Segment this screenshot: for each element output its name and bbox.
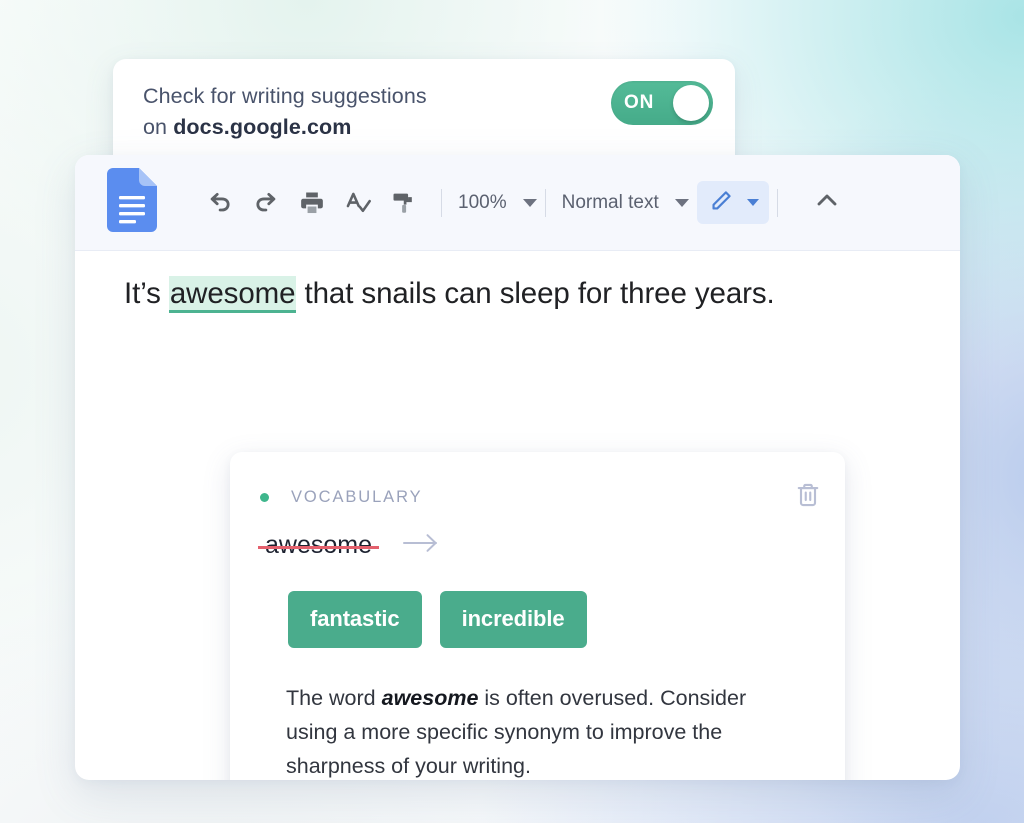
extension-popup-line2-prefix: on xyxy=(143,115,174,139)
suggestion-explanation: The word awesome is often overused. Cons… xyxy=(286,681,786,780)
replacement-chip-0[interactable]: fantastic xyxy=(288,591,422,648)
document-body[interactable]: It’s awesome that snails can sleep for t… xyxy=(75,251,960,780)
editor-toolbar: 100% Normal text xyxy=(75,155,960,251)
highlighted-word[interactable]: awesome xyxy=(168,276,297,313)
zoom-selector[interactable]: 100% xyxy=(458,192,537,214)
trash-icon[interactable] xyxy=(793,480,823,515)
pencil-icon xyxy=(709,187,735,218)
document-sentence: It’s awesome that snails can sleep for t… xyxy=(124,276,775,313)
sentence-after: that snails can sleep for three years. xyxy=(296,277,775,310)
explanation-emphasis: awesome xyxy=(381,686,479,710)
zoom-value: 100% xyxy=(458,191,507,213)
arrow-right-icon xyxy=(401,530,441,561)
paint-format-icon[interactable] xyxy=(387,186,421,220)
suggestion-card: VOCABULARY awesome fantastic incredible … xyxy=(230,452,845,780)
replacement-chips: fantastic incredible xyxy=(288,591,605,648)
sentence-before: It’s xyxy=(124,277,169,310)
document-window: 100% Normal text It’s awesome that snail… xyxy=(75,155,960,780)
toggle-knob[interactable] xyxy=(673,85,709,121)
extension-popup-line1: Check for writing suggestions xyxy=(143,84,427,108)
chevron-down-icon xyxy=(746,199,759,206)
replacement-chip-1[interactable]: incredible xyxy=(439,591,587,648)
toolbar-divider-3 xyxy=(776,188,778,217)
editing-mode-button[interactable] xyxy=(696,181,769,224)
extension-popup-row: Check for writing suggestions on docs.go… xyxy=(143,77,713,143)
text-style-selector[interactable]: Normal text xyxy=(562,192,689,214)
category-dot-icon xyxy=(260,493,269,502)
text-style-value: Normal text xyxy=(561,191,659,213)
toolbar-divider-2 xyxy=(544,188,546,217)
explanation-part1: The word xyxy=(286,686,382,710)
chevron-down-icon xyxy=(674,198,689,207)
extension-popup-domain: docs.google.com xyxy=(173,115,352,139)
extension-popup-text: Check for writing suggestions on docs.go… xyxy=(143,77,427,143)
print-icon[interactable] xyxy=(295,186,329,220)
chevron-up-icon[interactable] xyxy=(812,185,842,220)
extension-popup-line2: on docs.google.com xyxy=(143,112,427,143)
redo-icon[interactable] xyxy=(249,186,283,220)
undo-icon[interactable] xyxy=(203,186,237,220)
spellcheck-icon[interactable] xyxy=(341,186,375,220)
writing-suggestions-toggle[interactable]: ON xyxy=(611,81,713,125)
toggle-state-label: ON xyxy=(624,92,655,113)
suggestion-category-label: VOCABULARY xyxy=(291,488,423,506)
suggestion-word-row: awesome xyxy=(258,530,441,561)
toolbar-divider-1 xyxy=(441,188,442,217)
original-word: awesome xyxy=(258,531,379,560)
google-docs-icon[interactable] xyxy=(107,168,157,237)
suggestion-card-header: VOCABULARY xyxy=(260,480,823,515)
chevron-down-icon xyxy=(522,198,537,207)
